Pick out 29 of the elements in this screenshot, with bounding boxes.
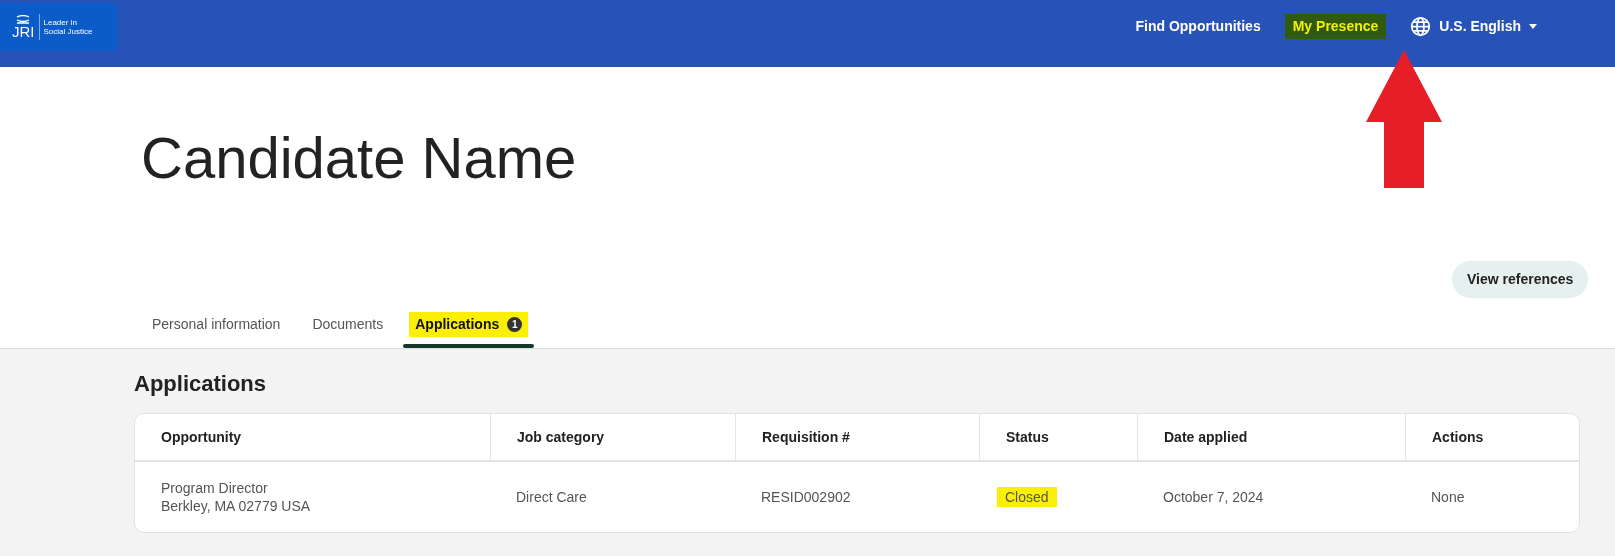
logo[interactable]: JRI Leader in Social Justice: [0, 3, 117, 51]
status-text: Closed: [997, 486, 1057, 507]
globe-icon: [1410, 15, 1432, 37]
candidate-name: Candidate Name: [141, 129, 577, 187]
table-cell: None: [1431, 488, 1465, 505]
table-cell-text: Program Director: [161, 479, 269, 497]
view-references-button[interactable]: View references: [1452, 261, 1589, 298]
tab[interactable]: Documents: [300, 312, 396, 348]
section-title: Applications: [134, 373, 267, 395]
logo-tagline: Social Justice: [43, 27, 93, 36]
logo-mark: JRI: [12, 24, 35, 39]
column-header: Job category: [517, 427, 605, 447]
tab[interactable]: Personal information: [140, 312, 293, 348]
language-selector[interactable]: U.S. English: [1410, 15, 1537, 37]
column-header: Status: [1006, 427, 1049, 447]
wave-logo-icon: [16, 15, 31, 24]
column-header: Opportunity: [161, 427, 242, 447]
caret-icon: [1529, 23, 1537, 29]
column-header: Date applied: [1164, 427, 1248, 447]
table-cell-text: Berkley, MA 02779 USA: [161, 497, 312, 515]
logo-tagline: Leader in: [43, 18, 78, 27]
column-header: Actions: [1432, 427, 1484, 447]
count-badge: 1: [507, 317, 523, 332]
nav-link[interactable]: Find Opportunities: [1127, 13, 1269, 39]
table-cell: RESID002902: [761, 488, 851, 505]
nav-link[interactable]: My Presence: [1284, 13, 1387, 39]
column-header: Requisition #: [762, 427, 850, 447]
table-cell: October 7, 2024: [1163, 488, 1264, 505]
table-cell: Direct Care: [516, 488, 587, 505]
